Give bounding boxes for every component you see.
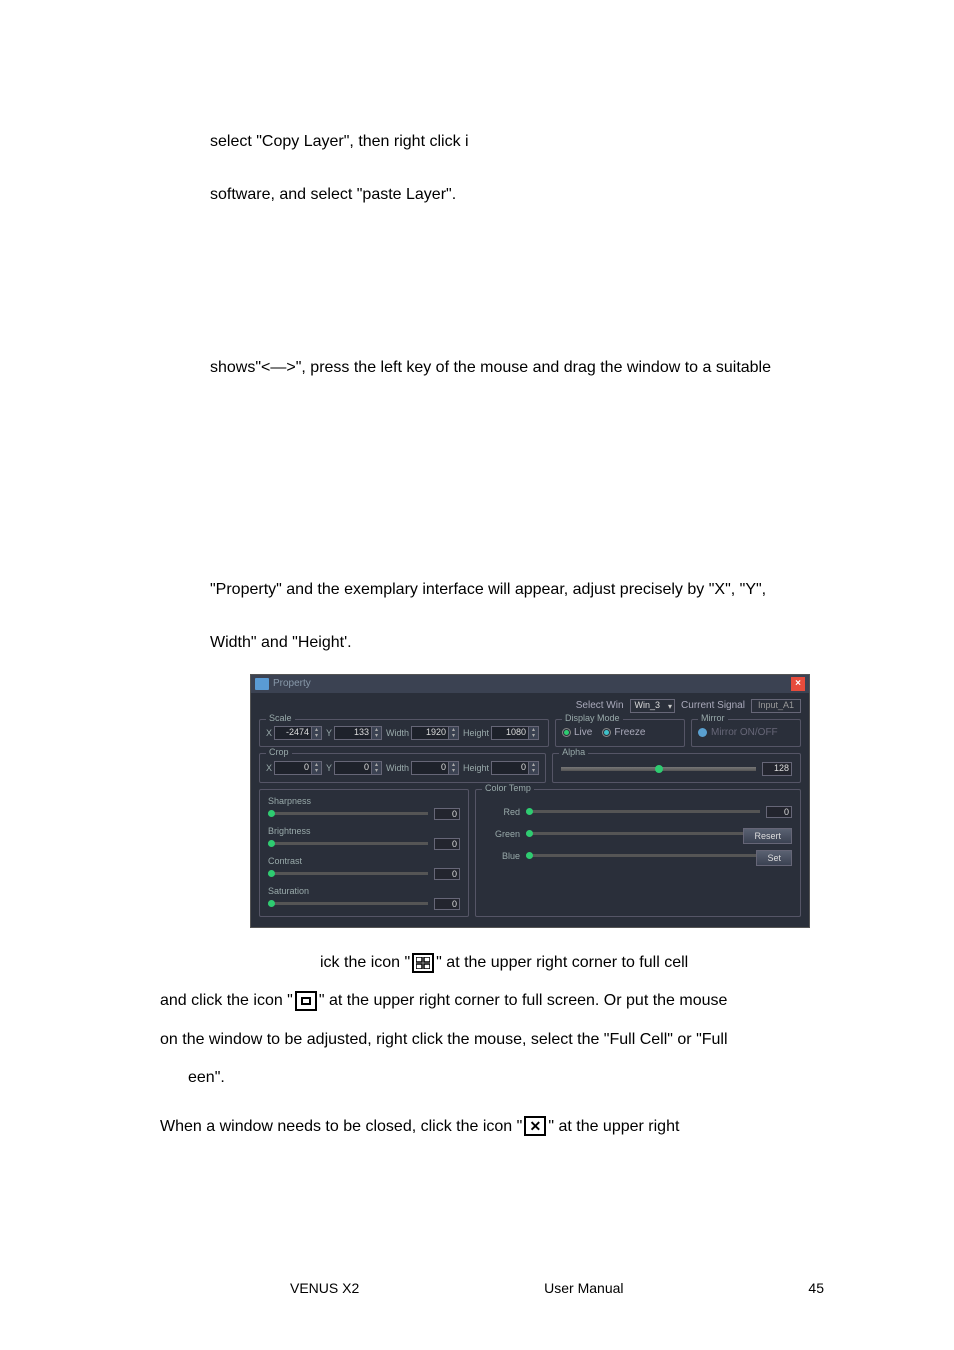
brightness-label: Brightness <box>268 826 460 836</box>
red-slider[interactable] <box>526 810 760 813</box>
dialog-icon <box>255 678 269 690</box>
spinner[interactable]: ▴▾ <box>449 761 459 775</box>
scale-group: Scale X-2474▴▾ Y133▴▾ Width1920▴▾ Height… <box>259 719 549 747</box>
mirror-label: Mirror ON/OFF <box>711 727 778 738</box>
saturation-value[interactable]: 0 <box>434 898 460 910</box>
spinner[interactable]: ▴▾ <box>529 726 539 740</box>
group-title: Scale <box>266 713 295 723</box>
scale-y-input[interactable]: 133 <box>334 726 372 740</box>
freeze-radio[interactable]: Freeze <box>602 727 645 738</box>
brightness-value[interactable]: 0 <box>434 838 460 850</box>
paragraph: ick the icon " <box>320 954 410 971</box>
image-adjust-group: Sharpness 0 Brightness 0 Contrast 0 Satu… <box>259 789 469 917</box>
group-title: Color Temp <box>482 783 534 793</box>
current-signal-value: Input_A1 <box>751 699 801 713</box>
red-label: Red <box>484 807 520 817</box>
brightness-slider[interactable] <box>268 842 428 845</box>
paragraph: software, and select "paste Layer". <box>210 173 824 218</box>
contrast-slider[interactable] <box>268 872 428 875</box>
blue-label: Blue <box>484 851 520 861</box>
spinner[interactable]: ▴▾ <box>312 761 322 775</box>
full-screen-icon <box>295 991 317 1011</box>
paragraph: and click the icon " <box>160 992 293 1009</box>
green-label: Green <box>484 829 520 839</box>
full-cell-icon <box>412 953 434 973</box>
contrast-label: Contrast <box>268 856 460 866</box>
mirror-group: Mirror Mirror ON/OFF <box>691 719 801 747</box>
crop-group: Crop X0▴▾ Y0▴▾ Width0▴▾ Height0▴▾ <box>259 753 546 783</box>
chevron-down-icon: ▾ <box>668 702 672 711</box>
spinner[interactable]: ▴▾ <box>529 761 539 775</box>
alpha-value[interactable]: 128 <box>762 762 792 776</box>
green-slider[interactable] <box>526 832 760 835</box>
spinner[interactable]: ▴▾ <box>449 726 459 740</box>
paragraph: When a window needs to be closed, click … <box>160 1118 522 1135</box>
set-button[interactable]: Set <box>756 850 792 866</box>
close-icon[interactable]: × <box>791 677 805 691</box>
paragraph: on the window to be adjusted, right clic… <box>160 1021 824 1059</box>
display-mode-group: Display Mode Live Freeze <box>555 719 685 747</box>
paragraph: select "Copy Layer", then right click i <box>210 120 824 165</box>
dialog-title: Property <box>273 678 311 689</box>
sharpness-value[interactable]: 0 <box>434 808 460 820</box>
reset-button[interactable]: Resert <box>743 828 792 844</box>
paragraph: " at the upper right corner to full scre… <box>319 992 728 1009</box>
paragraph: shows"<—>", press the left key of the mo… <box>210 346 824 391</box>
current-signal-label: Current Signal <box>681 700 745 711</box>
blue-slider[interactable] <box>526 854 760 857</box>
close-window-icon: ✕ <box>524 1116 546 1136</box>
spinner[interactable]: ▴▾ <box>372 761 382 775</box>
crop-height-input[interactable]: 0 <box>491 761 529 775</box>
select-win-dropdown[interactable]: Win_3 ▾ <box>630 699 676 713</box>
group-title: Mirror <box>698 713 728 723</box>
alpha-slider[interactable] <box>561 767 756 771</box>
crop-x-input[interactable]: 0 <box>274 761 312 775</box>
spinner[interactable]: ▴▾ <box>312 726 322 740</box>
group-title: Alpha <box>559 747 588 757</box>
color-temp-group: Color Temp Red0 Green0 Blue0 Resert Set <box>475 789 801 917</box>
group-title: Crop <box>266 747 292 757</box>
saturation-label: Saturation <box>268 886 460 896</box>
select-win-label: Select Win <box>576 700 624 711</box>
scale-width-input[interactable]: 1920 <box>411 726 449 740</box>
dialog-titlebar: Property × <box>251 675 809 693</box>
paragraph: " at the upper right <box>548 1118 679 1135</box>
crop-y-input[interactable]: 0 <box>334 761 372 775</box>
spinner[interactable]: ▴▾ <box>372 726 382 740</box>
sharpness-label: Sharpness <box>268 796 460 806</box>
page-footer: VENUS X2 User Manual 45 <box>0 1280 954 1296</box>
footer-manual: User Manual <box>544 1280 623 1296</box>
footer-page: 45 <box>808 1280 824 1296</box>
sharpness-slider[interactable] <box>268 812 428 815</box>
group-title: Display Mode <box>562 713 623 723</box>
live-radio[interactable]: Live <box>562 727 592 738</box>
scale-height-input[interactable]: 1080 <box>491 726 529 740</box>
crop-width-input[interactable]: 0 <box>411 761 449 775</box>
contrast-value[interactable]: 0 <box>434 868 460 880</box>
footer-product: VENUS X2 <box>290 1280 359 1296</box>
mirror-toggle-icon[interactable] <box>698 728 707 737</box>
saturation-slider[interactable] <box>268 902 428 905</box>
alpha-group: Alpha 128 <box>552 753 801 783</box>
paragraph: " at the upper right corner to full cell <box>436 954 688 971</box>
paragraph: een". <box>188 1059 824 1097</box>
property-dialog: Property × Select Win Win_3 ▾ Current Si… <box>250 674 810 928</box>
red-value[interactable]: 0 <box>766 806 792 818</box>
paragraph: "Property" and the exemplary interface w… <box>210 568 824 613</box>
paragraph: Width" and "Height'. <box>210 621 824 666</box>
scale-x-input[interactable]: -2474 <box>274 726 312 740</box>
